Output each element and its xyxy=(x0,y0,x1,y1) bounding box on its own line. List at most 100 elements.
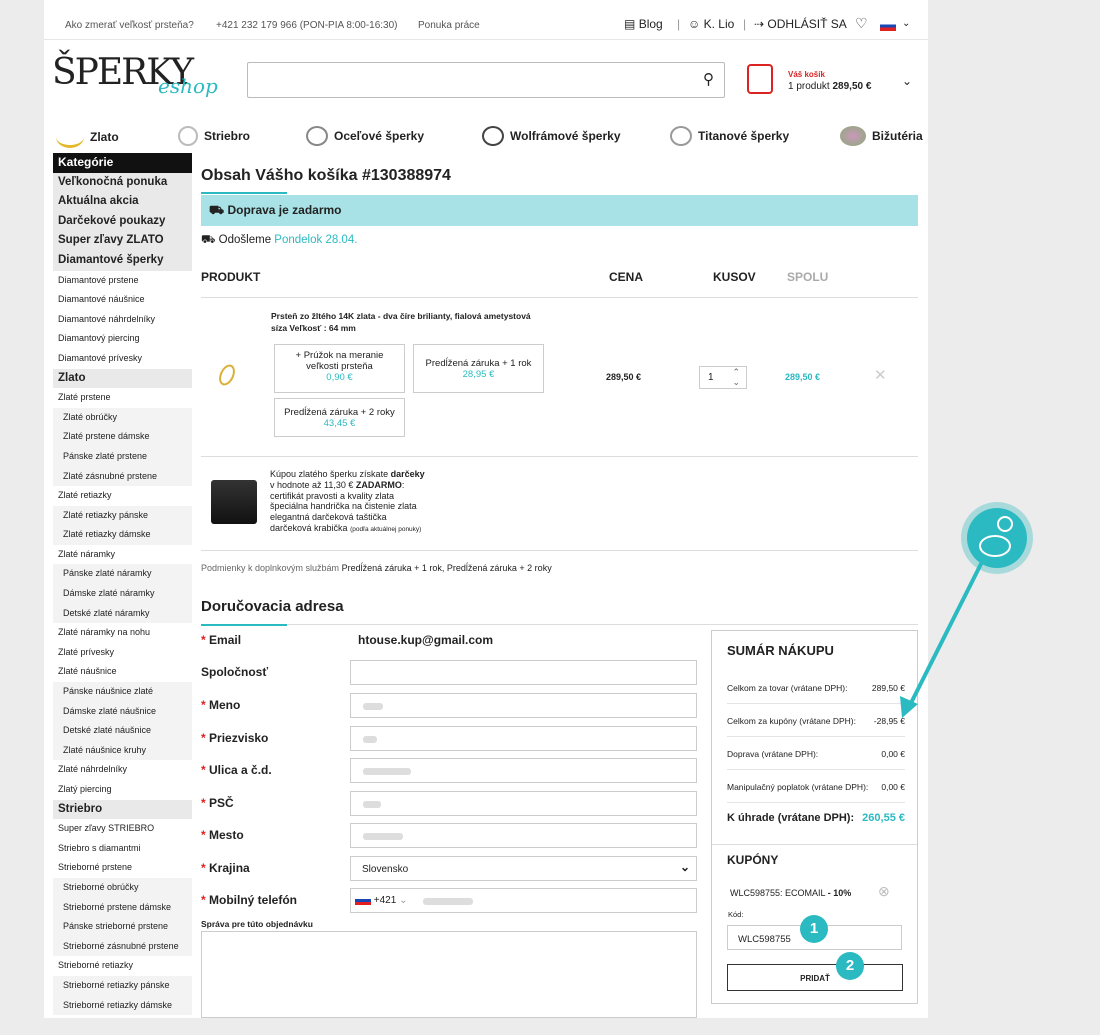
user-link[interactable]: ☺ K. Lio xyxy=(688,17,734,31)
stepper-arrows-icon[interactable]: ⌃ ⌄ xyxy=(732,367,740,387)
sidebar-item[interactable]: Pánske zlaté prstene xyxy=(53,446,192,467)
product-name[interactable]: Prsteň zo žltého 14K zlata - dva číre br… xyxy=(271,310,561,334)
cart-title: Obsah Vášho košíka #130388974 xyxy=(201,167,451,184)
message-label: Správa pre túto objednávku xyxy=(201,919,313,929)
category-ocel[interactable]: Oceľové šperky xyxy=(306,126,424,146)
arrow-head-icon xyxy=(900,696,918,718)
sidebar-item[interactable]: Super zľavy ZLATO xyxy=(53,231,192,251)
remove-coupon-icon[interactable]: ⊗ xyxy=(878,883,890,900)
coupons-title: KUPÓNY xyxy=(727,853,779,867)
sidebar-item[interactable]: Zlaté náušnice xyxy=(53,662,192,682)
sidebar-item[interactable]: Aktuálna akcia xyxy=(53,192,192,212)
surname-label: * Priezvisko xyxy=(201,731,269,745)
sidebar-item[interactable]: Strieborné retiazky xyxy=(53,956,192,976)
sidebar-item[interactable]: Diamantové náušnice xyxy=(53,290,192,310)
category-striebro[interactable]: Striebro xyxy=(178,126,250,146)
sidebar-item[interactable]: Strieborné prstene xyxy=(53,858,192,878)
street-label: * Ulica a č.d. xyxy=(201,763,272,777)
sidebar-item[interactable]: Zlaté náhrdelníky xyxy=(53,760,192,780)
cart-summary[interactable]: 1 produkt 289,50 € xyxy=(788,81,871,92)
jobs-link[interactable]: Ponuka práce xyxy=(418,20,480,31)
phone-text: +421 232 179 966 (PON-PIA 8:00-16:30) xyxy=(216,20,398,31)
sidebar-item[interactable]: Zlaté náramky xyxy=(53,545,192,565)
quantity-stepper[interactable]: 1 ⌃ ⌄ xyxy=(699,366,747,389)
sidebar-item[interactable]: Pánske strieborné prstene xyxy=(53,917,192,937)
sidebar-item[interactable]: Zlaté prstene dámske xyxy=(53,427,192,447)
name-field[interactable] xyxy=(350,693,697,718)
category-zlato[interactable]: Zlato xyxy=(56,126,119,148)
sidebar-item[interactable]: Dámske zlaté náramky xyxy=(53,584,192,604)
flag-sk-icon[interactable] xyxy=(355,895,371,905)
sidebar-item[interactable]: Zlaté retiazky xyxy=(53,486,192,506)
sidebar-item[interactable]: Diamantové náhrdelníky xyxy=(53,310,192,330)
chevron-down-icon[interactable]: ⌄ xyxy=(399,895,407,906)
sidebar-item[interactable]: Diamantové prívesky xyxy=(53,349,192,369)
sidebar-item[interactable]: Darčekové poukazy xyxy=(53,211,192,232)
addon-measure[interactable]: + Prúžok na meranie veľkosti prsteňa 0,90… xyxy=(274,344,405,393)
addon-warranty-2[interactable]: Predĺžená záruka + 2 roky 43,45 € xyxy=(274,398,405,437)
page: Ako zmerať veľkosť prsteňa? +421 232 179… xyxy=(44,0,928,1018)
sidebar-item[interactable]: Pánske náušnice zlaté xyxy=(53,682,192,702)
sidebar-item[interactable]: Zlaté obrúčky xyxy=(53,407,192,428)
blog-link[interactable]: ▤ Blog xyxy=(624,17,663,31)
cart-icon[interactable] xyxy=(747,64,773,94)
sidebar-item[interactable]: Pánske zlaté náramky xyxy=(53,564,192,585)
sidebar-item[interactable]: Zlaté prívesky xyxy=(53,643,192,663)
country-label: * Krajina xyxy=(201,861,250,875)
divider: | xyxy=(743,17,747,31)
sidebar-item[interactable]: Diamantové šperky xyxy=(53,250,192,271)
ring-size-link[interactable]: Ako zmerať veľkosť prsteňa? xyxy=(65,20,194,31)
sidebar-item[interactable]: Detské zlaté náramky xyxy=(53,603,192,624)
terms-links[interactable]: Predĺžená záruka + 1 rok, Predĺžená záru… xyxy=(342,563,552,573)
company-field[interactable] xyxy=(350,660,697,685)
sidebar-item[interactable]: Striebro xyxy=(53,799,192,820)
sidebar-item[interactable]: Zlato xyxy=(53,368,192,389)
zip-field[interactable] xyxy=(350,791,697,816)
category-titan[interactable]: Titanové šperky xyxy=(670,126,789,146)
sidebar-item[interactable]: Zlatý piercing xyxy=(53,780,192,800)
flag-sk-icon[interactable] xyxy=(880,21,896,31)
logout-link[interactable]: ⇢ ODHLÁSIŤ SA xyxy=(754,17,847,31)
chevron-down-icon[interactable]: ⌄ xyxy=(902,74,912,88)
street-field[interactable] xyxy=(350,758,697,783)
addon-warranty-1[interactable]: Predĺžená záruka + 1 rok 28,95 € xyxy=(413,344,544,393)
summary-row: Manipulačný poplatok (vrátane DPH): 0,00 … xyxy=(727,782,905,803)
sidebar-item[interactable]: Diamantové prstene xyxy=(53,271,192,291)
sidebar-item[interactable]: Zlaté retiazky dámske xyxy=(53,525,192,545)
sidebar-item[interactable]: Strieborné retiazky dámske xyxy=(53,995,192,1016)
sidebar-item[interactable]: Strieborné prstene dámske xyxy=(53,897,192,918)
country-select[interactable]: Slovensko ⌄ xyxy=(350,856,697,881)
ring-thumbnail[interactable] xyxy=(216,362,238,388)
sidebar-item[interactable]: Zlaté prstene xyxy=(53,388,192,408)
search-icon[interactable]: ⚲ xyxy=(703,70,714,88)
logo[interactable]: ŠPERKY eshop xyxy=(52,52,222,102)
sidebar-item[interactable]: Strieborné zásnubné prstene xyxy=(53,936,192,957)
heart-icon[interactable]: ♡ xyxy=(855,15,868,32)
message-textarea[interactable] xyxy=(201,931,697,1018)
city-field[interactable] xyxy=(350,823,697,848)
summary-row: Doprava (vrátane DPH): 0,00 € xyxy=(727,749,905,770)
category-wolfram[interactable]: Wolfrámové šperky xyxy=(482,126,621,146)
phone-field[interactable]: +421 ⌄ xyxy=(350,888,697,913)
sidebar-item[interactable]: Veľkonočná ponuka xyxy=(53,172,192,193)
sidebar-item[interactable]: Detské zlaté náušnice xyxy=(53,721,192,741)
tungsten-ring-icon xyxy=(482,126,504,146)
sidebar-item[interactable]: Zlaté náramky na nohu xyxy=(53,623,192,643)
chevron-down-icon[interactable]: ⌄ xyxy=(902,18,910,29)
sidebar-item[interactable]: Zlaté náušnice kruhy xyxy=(53,740,192,761)
add-coupon-button[interactable]: PRIDAŤ xyxy=(727,964,903,991)
remove-item-icon[interactable]: ✕ xyxy=(874,366,887,384)
sidebar-item[interactable]: Striebro s diamantmi xyxy=(53,839,192,859)
surname-field[interactable] xyxy=(350,726,697,751)
sidebar-item[interactable]: Zlaté retiazky pánske xyxy=(53,505,192,526)
category-bizuteria[interactable]: Bižutéria xyxy=(840,126,923,146)
sidebar-item[interactable]: Super zľavy STRIEBRO xyxy=(53,819,192,839)
sidebar-item[interactable]: Dámske zlaté náušnice xyxy=(53,701,192,722)
sidebar-item[interactable]: Zlaté zásnubné prstene xyxy=(53,466,192,487)
sidebar-item[interactable]: Strieborné obrúčky xyxy=(53,877,192,898)
sidebar-item[interactable]: Strieborné retiazky pánske xyxy=(53,975,192,996)
sidebar-item[interactable]: Diamantový piercing xyxy=(53,329,192,349)
terms: Podmienky k doplnkovým službám Predĺžená… xyxy=(201,563,552,573)
search-input[interactable]: ⚲ xyxy=(247,62,725,98)
blog-icon: ▤ xyxy=(624,17,636,31)
